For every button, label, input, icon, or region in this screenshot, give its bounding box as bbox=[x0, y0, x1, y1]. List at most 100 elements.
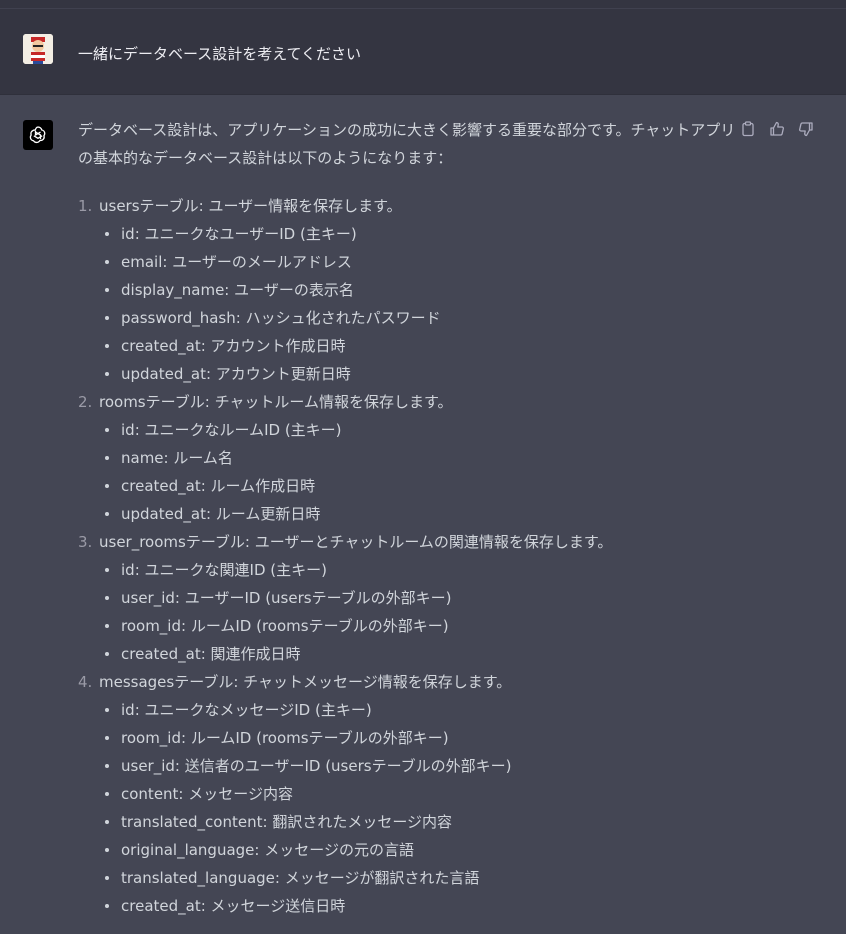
list-item: created_at: ルーム作成日時 bbox=[99, 472, 738, 500]
list-item: translated_language: メッセージが翻訳された言語 bbox=[99, 864, 738, 892]
list-item: id: ユニークなルームID (主キー) bbox=[99, 416, 738, 444]
list-item: updated_at: アカウント更新日時 bbox=[99, 360, 738, 388]
field-key: content: bbox=[121, 785, 184, 803]
list-item: password_hash: ハッシュ化されたパスワード bbox=[99, 304, 738, 332]
bullet bbox=[105, 456, 109, 460]
field-list: id: ユニークな関連ID (主キー) user_id: ユーザーID (use… bbox=[99, 556, 738, 668]
bullet bbox=[105, 288, 109, 292]
list-item: original_language: メッセージの元の言語 bbox=[99, 836, 738, 864]
list-item: created_at: 関連作成日時 bbox=[99, 640, 738, 668]
table-item-rooms: 2. roomsテーブル: チャットルーム情報を保存します。 id: ユニークな… bbox=[78, 388, 738, 528]
field-desc: 関連作成日時 bbox=[210, 645, 301, 663]
field-desc: ユニークなメッセージID (主キー) bbox=[144, 701, 372, 719]
bullet bbox=[105, 764, 109, 768]
field-key: created_at: bbox=[121, 897, 206, 915]
table-item-user-rooms: 3. user_roomsテーブル: ユーザーとチャットルームの関連情報を保存し… bbox=[78, 528, 738, 668]
bullet bbox=[105, 512, 109, 516]
list-item: user_id: 送信者のユーザーID (usersテーブルの外部キー) bbox=[99, 752, 738, 780]
table-item-users: 1. usersテーブル: ユーザー情報を保存します。 id: ユニークなユーザ… bbox=[78, 192, 738, 388]
field-desc: メッセージ送信日時 bbox=[210, 897, 346, 915]
field-desc: アカウント更新日時 bbox=[215, 365, 351, 383]
field-key: updated_at: bbox=[121, 365, 211, 383]
bullet bbox=[105, 260, 109, 264]
list-item: room_id: ルームID (roomsテーブルの外部キー) bbox=[99, 612, 738, 640]
table-name: messagesテーブル: bbox=[99, 673, 239, 691]
field-list: id: ユニークなメッセージID (主キー) room_id: ルームID (r… bbox=[99, 696, 738, 920]
field-desc: ユニークなルームID (主キー) bbox=[144, 421, 342, 439]
field-desc: ルームID (roomsテーブルの外部キー) bbox=[190, 729, 449, 747]
bullet bbox=[105, 820, 109, 824]
field-list: id: ユニークなルームID (主キー) name: ルーム名 created_… bbox=[99, 416, 738, 528]
field-key: room_id: bbox=[121, 729, 187, 747]
field-desc: ユーザーID (usersテーブルの外部キー) bbox=[184, 589, 452, 607]
table-name: user_roomsテーブル: bbox=[99, 533, 250, 551]
field-key: created_at: bbox=[121, 645, 206, 663]
bullet bbox=[105, 708, 109, 712]
table-list: 1. usersテーブル: ユーザー情報を保存します。 id: ユニークなユーザ… bbox=[78, 192, 738, 920]
field-key: user_id: bbox=[121, 589, 180, 607]
field-desc: ルーム名 bbox=[173, 449, 233, 467]
table-name: roomsテーブル: bbox=[99, 393, 210, 411]
field-desc: メッセージが翻訳された言語 bbox=[284, 869, 480, 887]
field-key: email: bbox=[121, 253, 168, 271]
user-avatar bbox=[23, 34, 53, 64]
table-desc: チャットルーム情報を保存します。 bbox=[214, 393, 453, 411]
bullet bbox=[105, 736, 109, 740]
bullet bbox=[105, 316, 109, 320]
list-item: id: ユニークなメッセージID (主キー) bbox=[99, 696, 738, 724]
bullet bbox=[105, 484, 109, 488]
list-item: name: ルーム名 bbox=[99, 444, 738, 472]
field-desc: ユーザーのメールアドレス bbox=[172, 253, 352, 271]
bullet bbox=[105, 428, 109, 432]
list-item: created_at: アカウント作成日時 bbox=[99, 332, 738, 360]
field-key: password_hash: bbox=[121, 309, 241, 327]
bullet bbox=[105, 372, 109, 376]
field-key: created_at: bbox=[121, 337, 206, 355]
list-number: 1. bbox=[78, 197, 93, 215]
clipboard-icon[interactable] bbox=[740, 121, 756, 137]
field-desc: ハッシュ化されたパスワード bbox=[245, 309, 441, 327]
field-key: room_id: bbox=[121, 617, 187, 635]
bullet bbox=[105, 792, 109, 796]
intro-paragraph: データベース設計は、アプリケーションの成功に大きく影響する重要な部分です。チャッ… bbox=[78, 121, 736, 167]
field-key: name: bbox=[121, 449, 169, 467]
bullet bbox=[105, 596, 109, 600]
assistant-message-content: データベース設計は、アプリケーションの成功に大きく影響する重要な部分です。チャッ… bbox=[78, 118, 738, 920]
field-key: id: bbox=[121, 561, 140, 579]
user-message-text: 一緒にデータベース設計を考えてください bbox=[78, 45, 362, 63]
table-item-messages: 4. messagesテーブル: チャットメッセージ情報を保存します。 id: … bbox=[78, 668, 738, 920]
field-desc: ユーザーの表示名 bbox=[234, 281, 354, 299]
field-desc: ルーム作成日時 bbox=[210, 477, 316, 495]
list-item: content: メッセージ内容 bbox=[99, 780, 738, 808]
list-item: email: ユーザーのメールアドレス bbox=[99, 248, 738, 276]
field-desc: ユニークなユーザーID (主キー) bbox=[144, 225, 357, 243]
openai-logo-icon bbox=[23, 120, 53, 150]
field-list: id: ユニークなユーザーID (主キー) email: ユーザーのメールアドレ… bbox=[99, 220, 738, 388]
bullet bbox=[105, 848, 109, 852]
list-item: display_name: ユーザーの表示名 bbox=[99, 276, 738, 304]
table-desc: ユーザーとチャットルームの関連情報を保存します。 bbox=[254, 533, 613, 551]
list-number: 4. bbox=[78, 673, 93, 691]
field-desc: アカウント作成日時 bbox=[210, 337, 346, 355]
field-desc: 翻訳されたメッセージ内容 bbox=[272, 813, 453, 831]
bullet bbox=[105, 624, 109, 628]
bullet bbox=[105, 876, 109, 880]
list-item: id: ユニークなユーザーID (主キー) bbox=[99, 220, 738, 248]
field-key: original_language: bbox=[121, 841, 260, 859]
thumbs-down-icon[interactable] bbox=[798, 121, 814, 137]
field-desc: ルームID (roomsテーブルの外部キー) bbox=[190, 617, 449, 635]
list-item: updated_at: ルーム更新日時 bbox=[99, 500, 738, 528]
field-desc: ルーム更新日時 bbox=[215, 505, 321, 523]
bullet bbox=[105, 904, 109, 908]
field-key: created_at: bbox=[121, 477, 206, 495]
field-key: id: bbox=[121, 225, 140, 243]
list-item: id: ユニークな関連ID (主キー) bbox=[99, 556, 738, 584]
field-key: translated_content: bbox=[121, 813, 268, 831]
field-desc: 送信者のユーザーID (usersテーブルの外部キー) bbox=[184, 757, 512, 775]
thumbs-up-icon[interactable] bbox=[769, 121, 785, 137]
field-key: id: bbox=[121, 701, 140, 719]
field-key: display_name: bbox=[121, 281, 230, 299]
table-desc: ユーザー情報を保存します。 bbox=[208, 197, 402, 215]
bullet bbox=[105, 344, 109, 348]
bullet bbox=[105, 568, 109, 572]
